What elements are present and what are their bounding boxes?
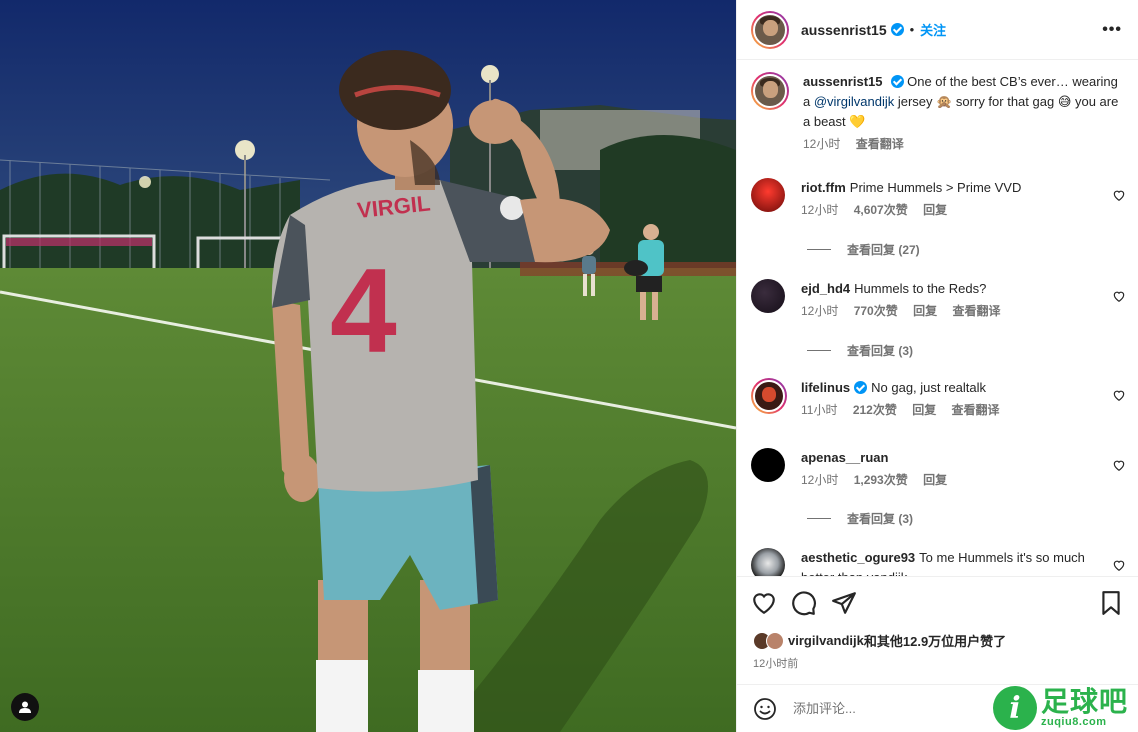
emoji-icon[interactable] xyxy=(753,697,777,721)
comment-avatar[interactable] xyxy=(751,548,785,576)
comment-text: Prime Hummels > Prime VVD xyxy=(849,180,1022,195)
post-header: aussenrist15 • 关注 ••• xyxy=(737,0,1138,60)
save-bookmark-icon[interactable] xyxy=(1098,590,1124,616)
post-details-panel: aussenrist15 • 关注 ••• aussenrist15 One o… xyxy=(736,0,1138,732)
comment-username[interactable]: ejd_hd4 xyxy=(801,281,850,296)
share-icon[interactable] xyxy=(831,590,857,616)
like-comment-icon[interactable] xyxy=(1112,188,1126,202)
comment-likes[interactable]: 770次赞 xyxy=(854,304,898,318)
user-icon xyxy=(19,701,31,713)
comment-username[interactable]: apenas__ruan xyxy=(801,450,888,465)
like-comment-icon[interactable] xyxy=(1112,388,1126,402)
comment-item: apenas__ruan 12小时 1,293次赞 回复 xyxy=(751,448,1128,488)
comment-text: Hummels to the Reds? xyxy=(854,281,987,296)
watermark-url: zuqiu8.com xyxy=(1040,716,1107,728)
view-replies-button[interactable]: 查看回复 (3) xyxy=(807,510,913,527)
view-replies-label: 查看回复 (3) xyxy=(847,512,914,526)
comment-item: ejd_hd4 Hummels to the Reds? 12小时 770次赞 回… xyxy=(751,279,1128,319)
view-replies-label: 查看回复 (3) xyxy=(847,344,914,358)
comment-username[interactable]: riot.ffm xyxy=(801,180,846,195)
like-comment-icon[interactable] xyxy=(1112,458,1126,472)
comment-likes[interactable]: 1,293次赞 xyxy=(854,473,908,487)
comment-avatar[interactable] xyxy=(751,178,785,212)
add-comment-bar: i 足球吧 zuqiu8.com xyxy=(737,684,1138,732)
liker-avatar xyxy=(766,631,784,650)
comment-avatar[interactable] xyxy=(751,448,785,482)
like-comment-icon[interactable] xyxy=(1112,558,1126,572)
verified-icon xyxy=(890,75,904,88)
comment-text: No gag, just realtalk xyxy=(871,380,987,395)
more-options-button[interactable]: ••• xyxy=(1102,21,1122,39)
comments-list[interactable]: aussenrist15 One of the best CB’s ever… … xyxy=(737,60,1138,577)
comment-username[interactable]: aesthetic_ogure93 xyxy=(801,550,915,565)
comment-likes[interactable]: 4,607次赞 xyxy=(854,203,908,217)
comment-input[interactable] xyxy=(793,701,963,716)
comment-avatar[interactable] xyxy=(751,279,785,313)
watermark-logo: i 足球吧 zuqiu8.com xyxy=(992,686,1128,730)
comment-item: lifelinus No gag, just realtalk 11小时 212次… xyxy=(751,378,1128,418)
comment-time: 12小时 xyxy=(801,304,839,318)
jersey-number: 4 xyxy=(330,244,397,378)
comment-item: riot.ffm Prime Hummels > Prime VVD 12小时 4… xyxy=(751,178,1128,218)
likes-liker[interactable]: virgilvandijk xyxy=(788,633,864,648)
likes-summary[interactable]: virgilvandijk 和其他12.9万位用户赞了 xyxy=(753,631,1006,650)
likes-rest[interactable]: 和其他12.9万位用户赞了 xyxy=(864,631,1006,650)
reply-button[interactable]: 回复 xyxy=(923,203,947,217)
reply-button[interactable]: 回复 xyxy=(912,403,936,417)
like-comment-icon[interactable] xyxy=(1112,289,1126,303)
caption-avatar[interactable] xyxy=(751,72,789,110)
view-replies-label: 查看回复 (27) xyxy=(847,243,920,257)
post-photo[interactable]: VIRGIL 4 xyxy=(0,0,736,732)
verified-icon xyxy=(854,381,868,394)
comment-time: 11小时 xyxy=(801,403,838,417)
caption-translate-button[interactable]: 查看翻译 xyxy=(856,137,904,151)
post-timestamp: 12小时前 xyxy=(753,658,799,670)
translate-button[interactable]: 查看翻译 xyxy=(952,304,1000,318)
author-avatar[interactable] xyxy=(751,10,789,49)
more-icon: ••• xyxy=(1102,20,1122,38)
caption: aussenrist15 One of the best CB’s ever… … xyxy=(751,72,1128,152)
like-icon[interactable] xyxy=(751,590,777,616)
post-actions xyxy=(751,588,1124,618)
caption-time: 12小时 xyxy=(803,137,841,151)
comment-time: 12小时 xyxy=(801,473,839,487)
reply-button[interactable]: 回复 xyxy=(923,473,947,487)
post-image: VIRGIL 4 xyxy=(0,0,736,732)
caption-username[interactable]: aussenrist15 xyxy=(803,74,883,89)
reply-button[interactable]: 回复 xyxy=(913,304,937,318)
view-replies-button[interactable]: 查看回复 (3) xyxy=(807,342,913,359)
comment-icon[interactable] xyxy=(791,590,817,616)
comment-likes[interactable]: 212次赞 xyxy=(853,403,897,417)
tagged-users-button[interactable] xyxy=(11,693,39,721)
watermark-title: 足球吧 xyxy=(1040,686,1128,717)
verified-icon xyxy=(890,23,904,36)
translate-button[interactable]: 查看翻译 xyxy=(952,403,1000,417)
comment-username[interactable]: lifelinus xyxy=(801,380,850,395)
author-username[interactable]: aussenrist15 xyxy=(801,22,887,38)
separator-dot: • xyxy=(909,22,915,37)
comment-time: 12小时 xyxy=(801,203,839,217)
follow-button[interactable]: 关注 xyxy=(920,20,946,39)
comment-item: aesthetic_ogure93 To me Hummels it's so m… xyxy=(751,548,1128,576)
comment-avatar[interactable] xyxy=(751,378,787,414)
watermark-icon: i xyxy=(992,686,1037,730)
caption-mention-link[interactable]: @virgilvandijk xyxy=(814,94,894,109)
view-replies-button[interactable]: 查看回复 (27) xyxy=(807,241,920,258)
